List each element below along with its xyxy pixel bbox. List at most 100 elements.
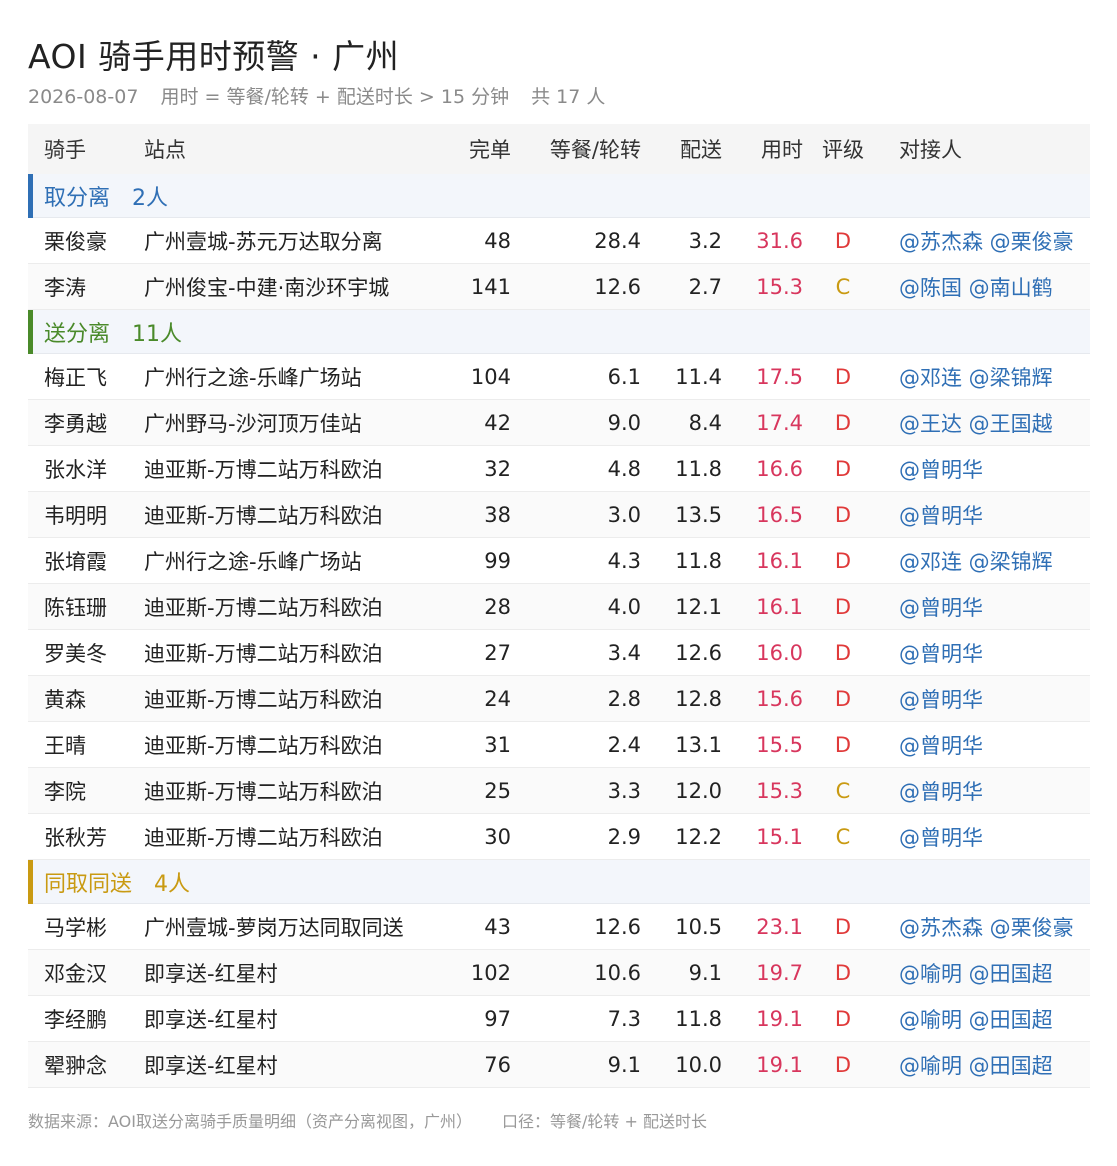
group-name: 送分离 — [44, 321, 111, 347]
done-count: 48 — [484, 228, 511, 253]
done-count: 24 — [484, 686, 511, 711]
total-time: 15.1 — [756, 824, 803, 849]
contact-mentions[interactable]: @曾明华 — [883, 592, 1090, 622]
table-row: 翚翀念 即享送-红星村 76 9.1 10.0 19.1 D @喻明 @田国超 — [28, 1042, 1090, 1088]
col-header-done: 完单 — [469, 138, 511, 162]
total-time: 15.3 — [756, 274, 803, 299]
group-color-bar — [28, 860, 33, 904]
contact-mentions[interactable]: @曾明华 — [883, 454, 1090, 484]
done-count: 32 — [484, 456, 511, 481]
rider-name: 黄森 — [44, 687, 86, 712]
footer-basis: 口径：等餐/轮转 + 配送时长 — [501, 1112, 707, 1131]
col-header-delivery: 配送 — [680, 138, 722, 162]
contact-mentions[interactable]: @曾明华 — [883, 776, 1090, 806]
col-header-time: 用时 — [761, 138, 803, 162]
rider-name: 陈钰珊 — [44, 595, 107, 620]
site-name: 广州壹城-苏元万达取分离 — [144, 229, 383, 254]
delivery-time: 12.6 — [675, 640, 722, 665]
done-count: 102 — [470, 960, 511, 985]
delivery-time: 12.8 — [675, 686, 722, 711]
table-row: 梅正飞 广州行之途-乐峰广场站 104 6.1 11.4 17.5 D @邓连 @梁锦辉 — [28, 354, 1090, 400]
contact-mentions[interactable]: @陈国 @南山鹤 — [883, 272, 1090, 302]
wait-time: 28.4 — [594, 228, 641, 253]
delivery-time: 11.4 — [675, 364, 722, 389]
grade-badge: C — [835, 274, 851, 299]
contact-mentions[interactable]: @王达 @王国越 — [883, 408, 1090, 438]
wait-time: 9.0 — [607, 410, 641, 435]
group-count: 2人 — [132, 185, 169, 211]
grade-badge: D — [834, 364, 852, 389]
total-time: 15.5 — [756, 732, 803, 757]
group-header: 送分离 11人 — [28, 310, 1090, 354]
rider-name: 张水洋 — [44, 457, 107, 482]
total-time: 16.5 — [756, 502, 803, 527]
rider-name: 李涛 — [44, 275, 86, 300]
contact-mentions[interactable]: @曾明华 — [883, 730, 1090, 760]
total-count: 共 17 人 — [531, 86, 606, 108]
grade-badge: C — [835, 778, 851, 803]
contact-mentions[interactable]: @苏杰森 @栗俊豪 — [883, 912, 1090, 942]
done-count: 38 — [484, 502, 511, 527]
total-time: 17.5 — [756, 364, 803, 389]
group-header: 取分离 2人 — [28, 174, 1090, 218]
table-row: 栗俊豪 广州壹城-苏元万达取分离 48 28.4 3.2 31.6 D @苏杰森 @栗俊豪 — [28, 218, 1090, 264]
done-count: 97 — [484, 1006, 511, 1031]
wait-time: 3.0 — [607, 502, 641, 527]
site-name: 迪亚斯-万博二站万科欧泊 — [144, 687, 383, 712]
site-name: 迪亚斯-万博二站万科欧泊 — [144, 641, 383, 666]
site-name: 广州野马-沙河顶万佳站 — [144, 411, 362, 436]
grade-badge: D — [834, 594, 852, 619]
wait-time: 2.9 — [607, 824, 641, 849]
done-count: 99 — [484, 548, 511, 573]
contact-mentions[interactable]: @喻明 @田国超 — [883, 1004, 1090, 1034]
delivery-time: 10.5 — [675, 914, 722, 939]
contact-mentions[interactable]: @邓连 @梁锦辉 — [883, 546, 1090, 576]
col-header-site: 站点 — [144, 138, 186, 162]
grade-badge: D — [834, 914, 852, 939]
site-name: 迪亚斯-万博二站万科欧泊 — [144, 825, 383, 850]
rider-table: 骑手 站点 完单 等餐/轮转 配送 用时 评级 对接人 取分离 2人 栗俊豪 广州壹城… — [28, 124, 1090, 1088]
grade-badge: D — [834, 1052, 852, 1077]
total-time: 16.1 — [756, 594, 803, 619]
group-header: 同取同送 4人 — [28, 860, 1090, 904]
site-name: 广州行之途-乐峰广场站 — [144, 365, 362, 390]
total-time: 23.1 — [756, 914, 803, 939]
site-name: 迪亚斯-万博二站万科欧泊 — [144, 503, 383, 528]
contact-mentions[interactable]: @喻明 @田国超 — [883, 958, 1090, 988]
grade-badge: D — [834, 410, 852, 435]
group-count: 11人 — [132, 321, 183, 347]
rider-name: 李院 — [44, 779, 86, 804]
table-body: 取分离 2人 栗俊豪 广州壹城-苏元万达取分离 48 28.4 3.2 31.6 D @苏杰森 @… — [28, 174, 1090, 1088]
grade-badge: D — [834, 548, 852, 573]
site-name: 迪亚斯-万博二站万科欧泊 — [144, 733, 383, 758]
contact-mentions[interactable]: @曾明华 — [883, 822, 1090, 852]
done-count: 141 — [470, 274, 511, 299]
contact-mentions[interactable]: @喻明 @田国超 — [883, 1050, 1090, 1080]
contact-mentions[interactable]: @曾明华 — [883, 684, 1090, 714]
total-time: 19.7 — [756, 960, 803, 985]
table-row: 邓金汉 即享送-红星村 102 10.6 9.1 19.7 D @喻明 @田国超 — [28, 950, 1090, 996]
page-subtitle: 2026-08-07 用时 = 等餐/轮转 + 配送时长 > 15 分钟 共 1… — [28, 82, 621, 109]
delivery-time: 13.1 — [675, 732, 722, 757]
rider-name: 翚翀念 — [44, 1053, 107, 1078]
done-count: 42 — [484, 410, 511, 435]
rider-name: 张堉霞 — [44, 549, 107, 574]
contact-mentions[interactable]: @邓连 @梁锦辉 — [883, 362, 1090, 392]
table-row: 李经鹏 即享送-红星村 97 7.3 11.8 19.1 D @喻明 @田国超 — [28, 996, 1090, 1042]
site-name: 即享送-红星村 — [144, 1053, 278, 1078]
table-row: 张秋芳 迪亚斯-万博二站万科欧泊 30 2.9 12.2 15.1 C @曾明华 — [28, 814, 1090, 860]
contact-mentions[interactable]: @曾明华 — [883, 638, 1090, 668]
contact-mentions[interactable]: @曾明华 — [883, 500, 1090, 530]
grade-badge: D — [834, 960, 852, 985]
table-row: 陈钰珊 迪亚斯-万博二站万科欧泊 28 4.0 12.1 16.1 D @曾明华 — [28, 584, 1090, 630]
report-date: 2026-08-07 — [28, 86, 139, 108]
group-count: 4人 — [154, 871, 191, 897]
total-time: 16.0 — [756, 640, 803, 665]
wait-time: 3.3 — [607, 778, 641, 803]
grade-badge: D — [834, 732, 852, 757]
contact-mentions[interactable]: @苏杰森 @栗俊豪 — [883, 226, 1090, 256]
table-header: 骑手 站点 完单 等餐/轮转 配送 用时 评级 对接人 — [28, 124, 1090, 174]
delivery-time: 11.8 — [675, 1006, 722, 1031]
grade-badge: D — [834, 1006, 852, 1031]
grade-badge: D — [834, 228, 852, 253]
